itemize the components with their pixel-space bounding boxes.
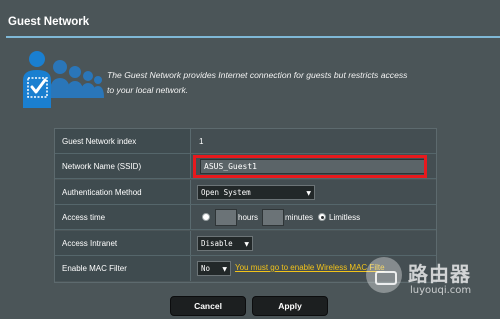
watermark: 路由器 luyouqi.com (358, 254, 500, 306)
dropdown-arrow-icon: ▼ (222, 266, 227, 273)
guest-network-index-value: 1 (191, 129, 436, 153)
title-divider (6, 36, 500, 38)
guest-users-check-icon (23, 51, 104, 108)
network-name-label: Network Name (SSID) (55, 154, 191, 178)
dropdown-arrow-icon: ▼ (244, 241, 249, 248)
hours-input[interactable] (215, 209, 237, 226)
row-network-name: Network Name (SSID) ASUS_Guest1 (55, 154, 436, 179)
watermark-name: 路由器 (408, 262, 471, 286)
page-description: The Guest Network provides Internet conn… (107, 70, 408, 95)
access-time-limitless-radio[interactable] (318, 213, 326, 221)
row-access-time: Access time hours minutes Limitless (55, 205, 436, 230)
page-title: Guest Network (8, 16, 90, 28)
access-intranet-label: Access Intranet (55, 231, 191, 255)
dropdown-arrow-icon: ▼ (306, 190, 311, 197)
watermark-url: luyouqi.com (410, 285, 472, 296)
row-guest-network-index: Guest Network index 1 (55, 129, 436, 154)
access-time-limited-radio[interactable] (202, 213, 210, 221)
cancel-button[interactable]: Cancel (170, 296, 246, 316)
guest-network-index-label: Guest Network index (55, 129, 191, 153)
router-logo-icon (366, 257, 402, 293)
access-intranet-select[interactable]: Disable ▼ (197, 236, 253, 251)
authentication-method-label: Authentication Method (55, 180, 191, 204)
apply-button[interactable]: Apply (252, 296, 328, 316)
authentication-method-select[interactable]: Open System ▼ (197, 185, 315, 200)
limitless-label: Limitless (329, 213, 361, 222)
row-authentication-method: Authentication Method Open System ▼ (55, 180, 436, 205)
enable-mac-filter-value: No (201, 264, 211, 273)
enable-mac-filter-select[interactable]: No ▼ (197, 261, 231, 276)
access-intranet-value: Disable (201, 239, 233, 248)
row-access-intranet: Access Intranet Disable ▼ (55, 231, 436, 256)
minutes-input[interactable] (262, 209, 284, 226)
authentication-method-value: Open System (201, 188, 251, 197)
hours-label: hours (238, 213, 259, 222)
enable-mac-filter-label: Enable MAC Filter (55, 256, 191, 281)
minutes-label: minutes (285, 213, 314, 222)
ssid-input[interactable]: ASUS_Guest1 (200, 159, 427, 174)
access-time-label: Access time (55, 205, 191, 229)
